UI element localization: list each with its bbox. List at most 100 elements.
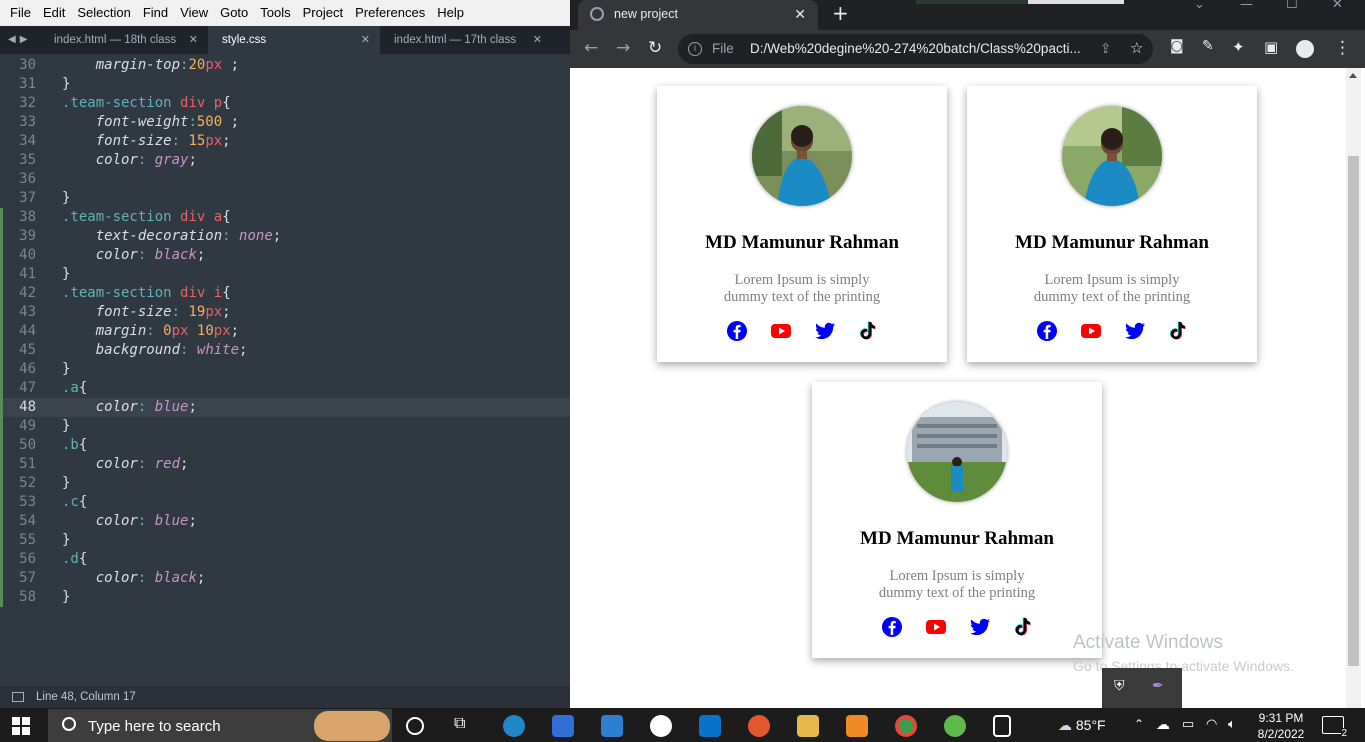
code-line[interactable]: 42 .team-section div i{: [0, 284, 570, 303]
scroll-up-icon[interactable]: [1349, 73, 1357, 78]
green-app-icon[interactable]: [944, 715, 966, 737]
code-line[interactable]: 55}: [0, 531, 570, 550]
firefox-icon[interactable]: [748, 715, 770, 737]
code-line[interactable]: 41}: [0, 265, 570, 284]
twitter-icon[interactable]: [969, 616, 991, 638]
volume-icon[interactable]: 🔈︎: [1228, 716, 1236, 732]
camera-icon[interactable]: ◙: [1170, 38, 1184, 54]
code-line[interactable]: 31}: [0, 75, 570, 94]
file-explorer-icon[interactable]: [797, 715, 819, 737]
tiktok-icon[interactable]: [1011, 616, 1033, 638]
sidepanel-icon[interactable]: ▣: [1264, 38, 1278, 56]
code-line[interactable]: 30 margin-top:20px ;: [0, 56, 570, 75]
code-line[interactable]: 54 color: blue;: [0, 512, 570, 531]
menu-item-preferences[interactable]: Preferences: [349, 0, 431, 26]
store-icon[interactable]: [552, 715, 574, 737]
chevron-up-icon[interactable]: ⌃: [1134, 717, 1144, 731]
code-line[interactable]: 32 .team-section div p{: [0, 94, 570, 113]
facebook-icon[interactable]: [726, 320, 748, 342]
new-tab-button[interactable]: +: [832, 1, 849, 25]
security-shield-icon[interactable]: ⛨: [1114, 678, 1125, 694]
youtube-icon[interactable]: [925, 616, 947, 638]
menu-item-project[interactable]: Project: [297, 0, 349, 26]
code-line[interactable]: 56 .d{: [0, 550, 570, 569]
feather-app-icon[interactable]: ✒: [1152, 678, 1164, 694]
maximize-icon[interactable]: ☐: [1286, 0, 1298, 11]
notification-center-icon[interactable]: 2: [1322, 716, 1347, 739]
share-icon[interactable]: ⇪: [1100, 34, 1111, 64]
youtube-icon[interactable]: [770, 320, 792, 342]
onedrive-icon[interactable]: ☁: [1156, 716, 1170, 733]
code-line[interactable]: 39 text-decoration: none;: [0, 227, 570, 246]
twitter-icon[interactable]: [814, 320, 836, 342]
minimize-icon[interactable]: —: [1240, 0, 1253, 11]
code-line[interactable]: 47 .a{: [0, 379, 570, 398]
tab-style-css[interactable]: style.css ✕: [208, 26, 380, 54]
menu-item-selection[interactable]: Selection: [71, 0, 136, 26]
code-line[interactable]: 52}: [0, 474, 570, 493]
code-line[interactable]: 38 .team-section div a{: [0, 208, 570, 227]
vscode-icon[interactable]: [699, 715, 721, 737]
menu-kebab-icon[interactable]: ⋮: [1334, 38, 1351, 58]
youtube-icon[interactable]: [1080, 320, 1102, 342]
reload-icon[interactable]: ↻: [648, 38, 662, 58]
menu-item-tools[interactable]: Tools: [254, 0, 296, 26]
menu-item-file[interactable]: File: [4, 0, 37, 26]
close-window-icon[interactable]: ✕: [1332, 0, 1343, 11]
code-line[interactable]: 36: [0, 170, 570, 189]
code-line[interactable]: 44 margin: 0px 10px;: [0, 322, 570, 341]
close-icon[interactable]: ✕: [794, 0, 806, 28]
weather[interactable]: ☁ 85°F: [1058, 717, 1106, 734]
menu-item-goto[interactable]: Goto: [214, 0, 254, 26]
scroll-thumb[interactable]: [1348, 156, 1359, 666]
film-app-icon[interactable]: [993, 715, 1011, 737]
close-icon[interactable]: ✕: [361, 26, 370, 54]
chrome-icon[interactable]: [895, 715, 917, 737]
menu-item-help[interactable]: Help: [431, 0, 470, 26]
panel-toggle-icon[interactable]: [12, 692, 24, 702]
menu-item-edit[interactable]: Edit: [37, 0, 71, 26]
code-area[interactable]: 30 margin-top:20px ; 31} 32 .team-section d…: [0, 56, 570, 686]
tab-index-17th[interactable]: index.html — 17th class ✕: [380, 26, 552, 54]
cortana-icon[interactable]: [406, 717, 424, 735]
code-line[interactable]: 53 .c{: [0, 493, 570, 512]
taskbar-search[interactable]: Type here to search: [48, 709, 392, 742]
edge-icon[interactable]: [503, 715, 525, 737]
code-line[interactable]: 50 .b{: [0, 436, 570, 455]
back-icon[interactable]: ←: [584, 38, 598, 58]
info-icon[interactable]: i: [688, 42, 702, 56]
code-line[interactable]: 45 background: white;: [0, 341, 570, 360]
code-line[interactable]: 51 color: red;: [0, 455, 570, 474]
bookmark-star-icon[interactable]: ☆: [1130, 34, 1143, 64]
puzzle-extensions-icon[interactable]: ✦: [1232, 38, 1245, 56]
facebook-icon[interactable]: [881, 616, 903, 638]
windows-start-icon[interactable]: [12, 717, 30, 735]
close-icon[interactable]: ✕: [189, 26, 198, 54]
task-view-icon[interactable]: ⧉: [454, 715, 476, 737]
menu-item-find[interactable]: Find: [137, 0, 174, 26]
close-icon[interactable]: ✕: [533, 26, 542, 54]
sublime-text-icon[interactable]: [846, 715, 868, 737]
code-line[interactable]: 43 font-size: 19px;: [0, 303, 570, 322]
profile-avatar[interactable]: [1296, 40, 1314, 58]
vertical-scrollbar[interactable]: [1346, 68, 1361, 708]
code-line[interactable]: 57 color: black;: [0, 569, 570, 588]
code-line[interactable]: 37}: [0, 189, 570, 208]
tab-nav-arrows-icon[interactable]: ◀▶: [8, 26, 31, 54]
tab-index-18th[interactable]: index.html — 18th class ✕: [40, 26, 208, 54]
code-line[interactable]: 35 color: gray;: [0, 151, 570, 170]
chevron-down-icon[interactable]: ⌄: [1194, 0, 1205, 11]
code-line[interactable]: 33 font-weight:500 ;: [0, 113, 570, 132]
pen-extension-icon[interactable]: ✎: [1202, 38, 1214, 54]
mail-icon[interactable]: [601, 715, 623, 737]
battery-icon[interactable]: ▭: [1182, 716, 1194, 732]
wifi-icon[interactable]: ◠: [1206, 716, 1217, 732]
code-line[interactable]: 34 font-size: 15px;: [0, 132, 570, 151]
browser-tab[interactable]: new project ✕: [578, 0, 818, 30]
tiktok-icon[interactable]: [856, 320, 878, 342]
clock[interactable]: 9:31 PM 8/2/2022: [1252, 710, 1310, 742]
twitter-icon[interactable]: [1124, 320, 1146, 342]
code-line[interactable]: 49}: [0, 417, 570, 436]
tiktok-icon[interactable]: [1166, 320, 1188, 342]
code-line[interactable]: 48 color: blue;: [0, 398, 570, 417]
